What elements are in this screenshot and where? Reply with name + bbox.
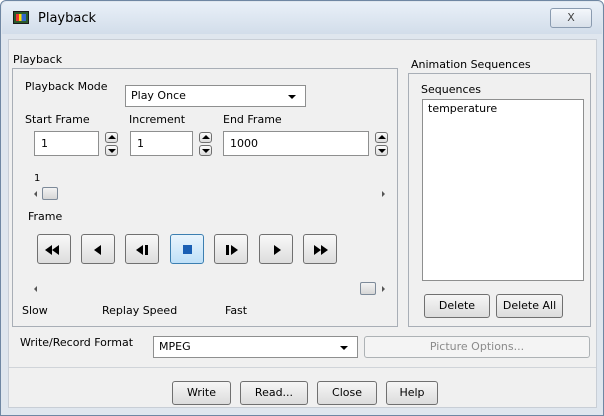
end-frame-down-button[interactable] — [375, 145, 388, 156]
picture-options-button[interactable]: Picture Options... — [364, 336, 590, 358]
start-frame-label: Start Frame — [25, 113, 90, 126]
playback-group-label: Playback — [13, 53, 63, 66]
step-forward-button[interactable] — [214, 234, 248, 264]
sequences-list[interactable]: temperature — [422, 99, 584, 281]
fast-forward-icon — [314, 245, 328, 255]
delete-all-button[interactable]: Delete All — [496, 294, 563, 318]
increment-up-button[interactable] — [199, 132, 212, 143]
dialog-body: Playback Playback Mode Play Once Start F… — [8, 39, 597, 408]
increment-label: Increment — [129, 113, 186, 126]
footer-divider — [9, 367, 596, 368]
step-back-button[interactable] — [125, 234, 159, 264]
speed-slow-label: Slow — [22, 304, 48, 317]
frame-slider[interactable] — [29, 186, 391, 202]
stop-button[interactable] — [170, 234, 204, 264]
start-frame-input[interactable]: 1 — [34, 131, 99, 156]
increment-input[interactable]: 1 — [130, 131, 193, 156]
speed-right-arrow-icon[interactable] — [382, 286, 385, 292]
write-button[interactable]: Write — [172, 381, 231, 405]
chevron-down-icon — [340, 346, 348, 350]
help-button[interactable]: Help — [386, 381, 438, 405]
animation-sequences-group-label: Animation Sequences — [411, 58, 531, 71]
play-reverse-button[interactable] — [81, 234, 115, 264]
frame-slider-value: 1 — [34, 173, 41, 184]
step-back-icon — [136, 245, 148, 255]
list-item[interactable]: temperature — [428, 102, 497, 115]
frame-label: Frame — [28, 210, 63, 223]
end-frame-input[interactable]: 1000 — [223, 131, 369, 156]
record-format-label: Write/Record Format — [20, 336, 134, 349]
end-frame-label: End Frame — [223, 113, 282, 126]
read-button[interactable]: Read... — [240, 381, 308, 405]
close-button[interactable]: Close — [317, 381, 377, 405]
start-frame-down-button[interactable] — [105, 145, 118, 156]
replay-speed-label: Replay Speed — [102, 304, 178, 317]
playback-mode-label: Playback Mode — [25, 80, 108, 93]
increment-down-button[interactable] — [199, 145, 212, 156]
play-icon — [274, 245, 281, 255]
record-format-value: MPEG — [159, 340, 191, 353]
close-window-button[interactable]: X — [550, 8, 592, 28]
title-bar: Playback X — [2, 2, 602, 34]
chevron-down-icon — [288, 95, 296, 99]
playback-window: Playback X Playback Playback Mode Play O… — [0, 0, 604, 416]
slider-left-arrow-icon[interactable] — [34, 191, 37, 197]
delete-button[interactable]: Delete — [424, 294, 490, 318]
fast-forward-button[interactable] — [303, 234, 337, 264]
start-frame-up-button[interactable] — [105, 132, 118, 143]
play-reverse-icon — [94, 245, 101, 255]
end-frame-up-button[interactable] — [375, 132, 388, 143]
stop-icon — [183, 245, 192, 254]
playback-mode-select[interactable]: Play Once — [125, 85, 306, 107]
slider-right-arrow-icon[interactable] — [382, 191, 385, 197]
play-button[interactable] — [259, 234, 293, 264]
playback-mode-value: Play Once — [131, 89, 186, 102]
rewind-button[interactable] — [37, 234, 71, 264]
speed-fast-label: Fast — [225, 304, 248, 317]
frame-slider-thumb[interactable] — [42, 187, 58, 200]
app-icon — [13, 11, 29, 24]
rewind-icon — [45, 245, 59, 255]
replay-speed-slider[interactable] — [29, 281, 391, 297]
window-title: Playback — [38, 11, 97, 26]
speed-left-arrow-icon[interactable] — [34, 286, 37, 292]
sequences-label: Sequences — [421, 83, 481, 96]
record-format-select[interactable]: MPEG — [153, 336, 358, 358]
step-forward-icon — [226, 245, 238, 255]
replay-speed-thumb[interactable] — [360, 282, 376, 295]
